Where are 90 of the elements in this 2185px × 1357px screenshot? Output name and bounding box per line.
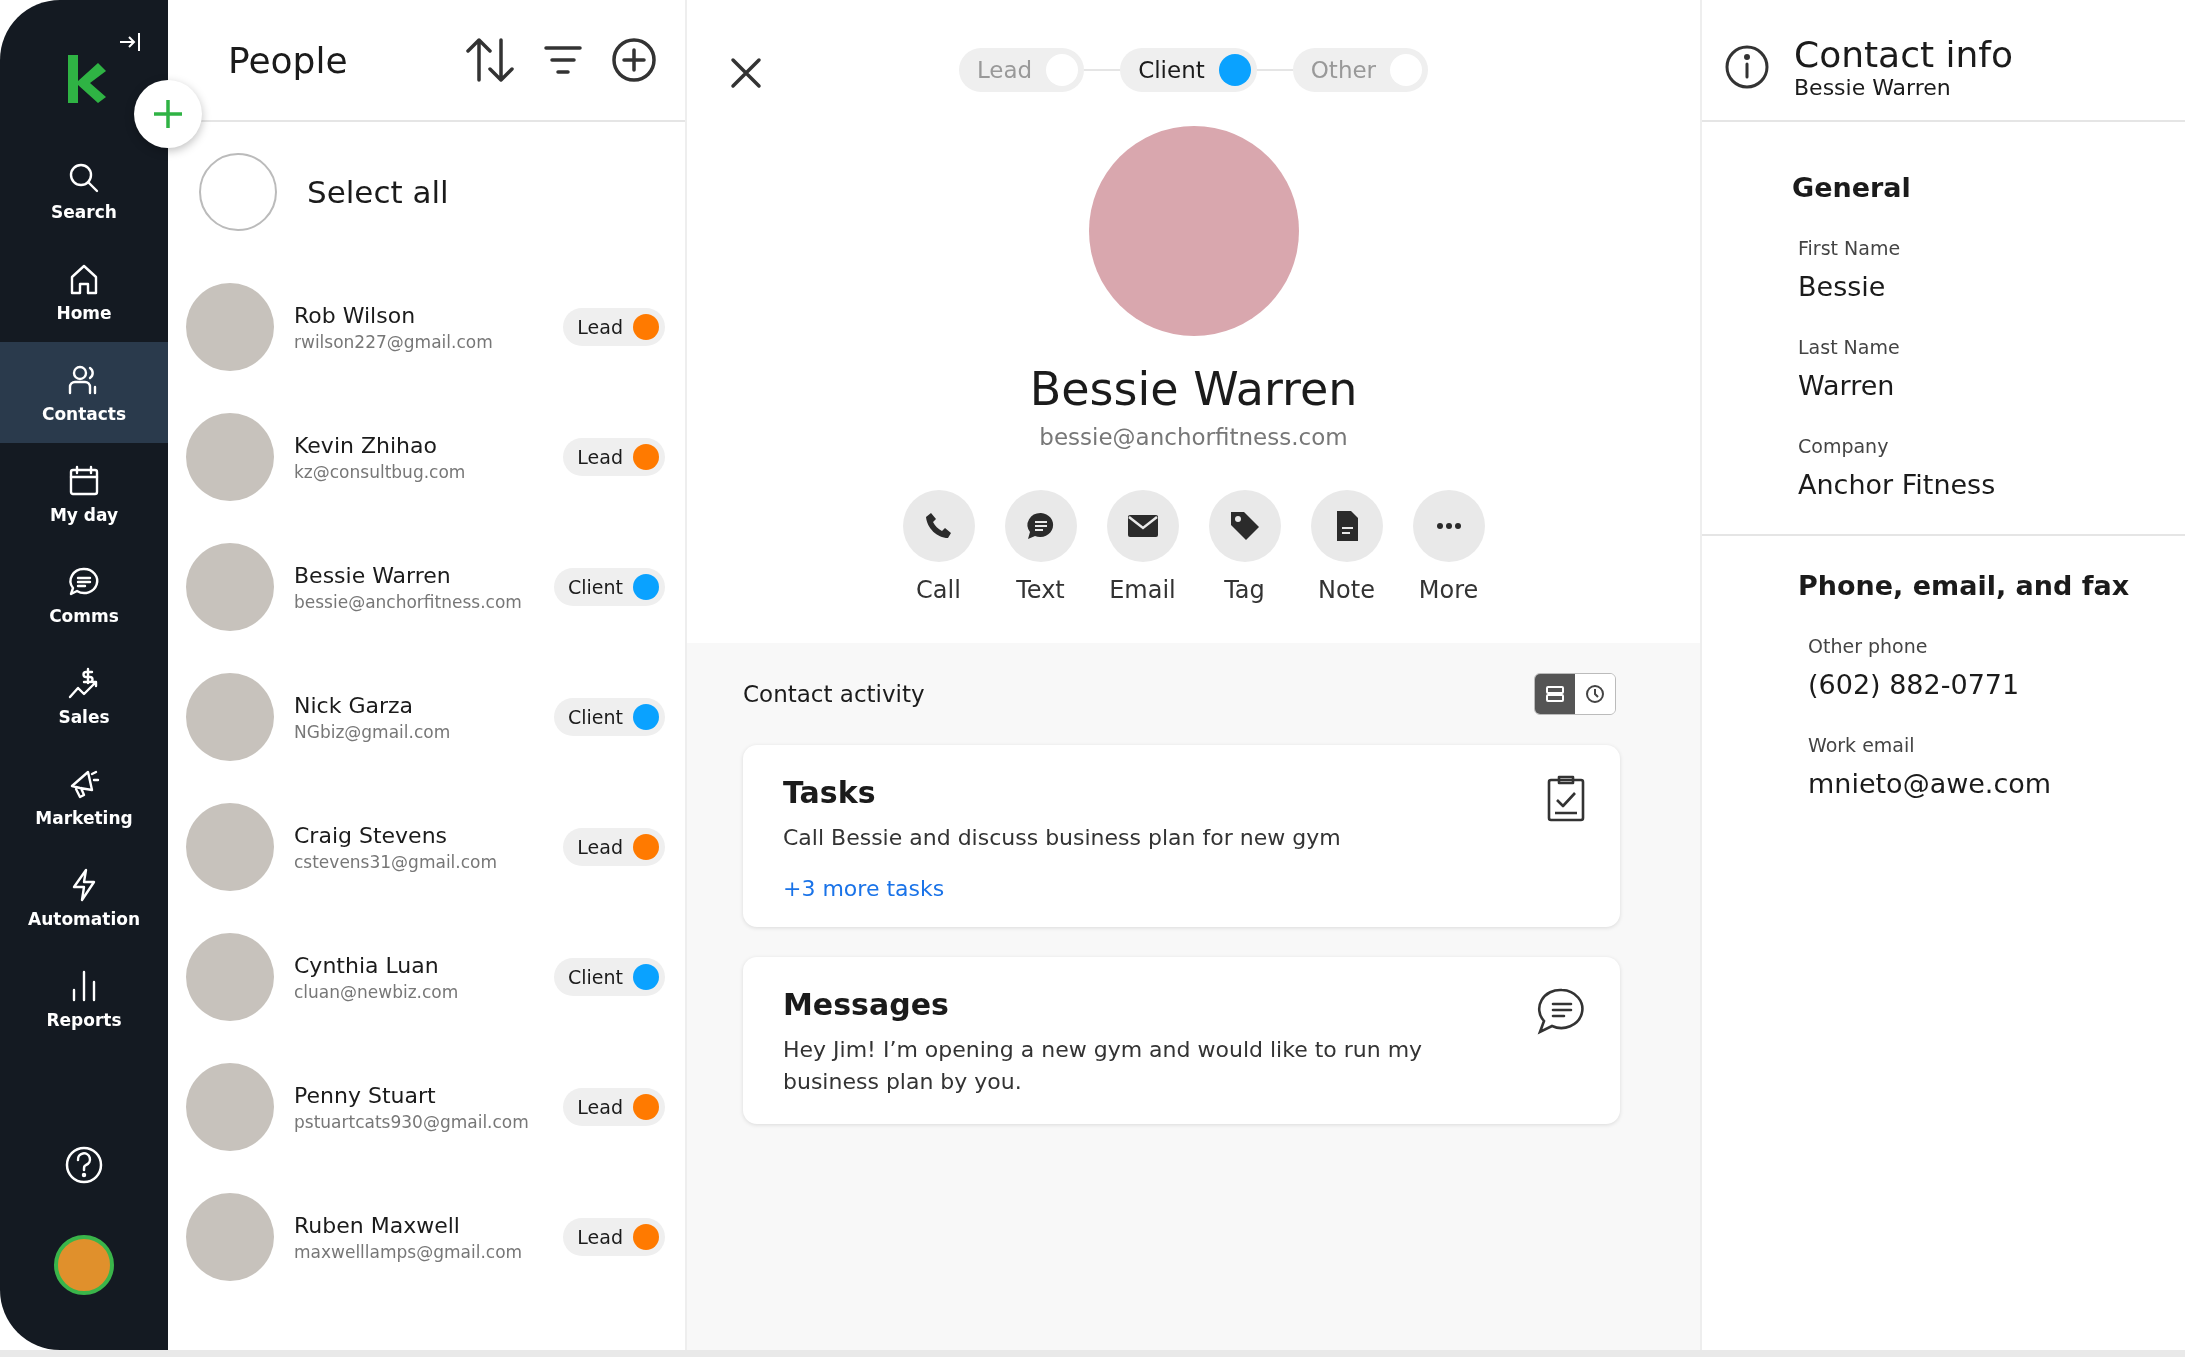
field-label: Other phone (1808, 635, 1929, 657)
contact-email: bessie@anchorfitness.com (1039, 424, 1348, 450)
contact-name: Nick Garza (294, 692, 414, 718)
field-label: Company (1798, 435, 1890, 457)
field-value: Warren (1798, 370, 1896, 401)
contact-email: bessie@anchorfitness.com (294, 591, 523, 612)
contact-email: rwilson227@gmail.com (294, 331, 494, 352)
help-icon[interactable] (64, 1145, 104, 1185)
action-label: More (1418, 576, 1479, 604)
contact-row[interactable]: Bessie Warren bessie@anchorfitness.com Client (168, 522, 685, 652)
field-value: Bessie (1798, 271, 1887, 302)
more-tasks-link[interactable]: +3 more tasks (783, 875, 1341, 901)
add-button[interactable] (134, 80, 202, 148)
nav-item[interactable]: Comms (0, 544, 168, 645)
action-label: Text (1016, 576, 1065, 604)
contact-row[interactable]: Cynthia Luan cluan@newbiz.com Client (168, 912, 685, 1042)
user-avatar[interactable] (54, 1235, 114, 1295)
section-title: Phone, email, and fax (1798, 570, 2131, 601)
contact-row[interactable]: Craig Stevens cstevens31@gmail.com Lead (168, 782, 685, 912)
contact-name: Penny Stuart (294, 1082, 437, 1108)
status-label: Lead (577, 1226, 623, 1248)
list-view-button[interactable] (1535, 674, 1575, 714)
nav-item[interactable]: Sales (0, 645, 168, 746)
status-label: Lead (577, 316, 623, 338)
close-icon[interactable] (729, 56, 763, 90)
plus-icon (151, 97, 185, 131)
card-title: Messages (783, 986, 950, 1022)
contact-email: cluan@newbiz.com (294, 981, 460, 1002)
nav-item[interactable]: Contacts (0, 342, 168, 443)
status-label: Lead (577, 1096, 623, 1118)
card-title: Tasks (783, 775, 877, 810)
list-icon (1544, 683, 1566, 705)
action-label: Email (1109, 576, 1176, 604)
contact-name: Rob Wilson (294, 302, 417, 328)
field-value: mnieto@awe.com (1808, 768, 2053, 799)
contact-row[interactable]: Kevin Zhihao kz@consultbug.com Lead (168, 392, 685, 522)
action-label: Tag (1224, 576, 1265, 604)
action-label: Call (916, 576, 961, 604)
nav-item[interactable]: Reports (0, 948, 168, 1049)
nav-item[interactable]: Home (0, 241, 168, 342)
contact-email: maxwelllamps@gmail.com (294, 1241, 524, 1262)
contact-row[interactable]: Rob Wilson rwilson227@gmail.com Lead (168, 262, 685, 392)
contact-email: cstevens31@gmail.com (294, 851, 499, 872)
section-title: General (1792, 172, 1912, 203)
contact-name: Kevin Zhihao (294, 432, 438, 458)
info-icon (1724, 44, 1770, 90)
field-label: First Name (1798, 237, 1902, 259)
sort-icon[interactable] (465, 36, 515, 84)
card-text: Hey Jim! I’m opening a new gym and would like to run my business plan by you. (783, 1035, 1424, 1096)
contact-name: Bessie Warren (1029, 362, 1358, 416)
status-label: Lead (577, 446, 623, 468)
nav-item[interactable]: Automation (0, 847, 168, 948)
select-all-checkbox[interactable] (199, 153, 277, 231)
field-value: Anchor Fitness (1798, 469, 1997, 500)
logo-icon (66, 55, 108, 103)
status-label: Client (568, 576, 623, 598)
timeline-view-button[interactable] (1575, 674, 1615, 714)
nav-item[interactable]: Search (0, 140, 168, 241)
status-label: Lead (577, 836, 623, 858)
contact-name: Bessie Warren (294, 562, 452, 588)
contact-email: NGbiz@gmail.com (294, 721, 452, 742)
clock-icon (1584, 683, 1606, 705)
nav-item[interactable]: Marketing (0, 746, 168, 847)
contact-name: Ruben Maxwell (294, 1212, 461, 1238)
collapse-icon[interactable] (118, 30, 142, 54)
nav-item[interactable]: My day (0, 443, 168, 544)
select-all-label: Select all (307, 174, 449, 210)
panel-title: Contact info (1794, 34, 2014, 75)
panel-title: People (228, 39, 348, 81)
contact-row[interactable]: Nick Garza NGbiz@gmail.com Client (168, 652, 685, 782)
contact-row[interactable]: Ruben Maxwell maxwelllamps@gmail.com Lead (168, 1172, 685, 1302)
contact-email: kz@consultbug.com (294, 461, 467, 482)
card-text: Call Bessie and discuss business plan for new gym (783, 824, 1341, 852)
contact-name: Craig Stevens (294, 822, 449, 848)
contact-name: Cynthia Luan (294, 952, 440, 978)
stage-toggle[interactable]: Client (1120, 48, 1257, 92)
status-label: Client (568, 706, 623, 728)
contact-email: pstuartcats930@gmail.com (294, 1111, 530, 1132)
section-title: Contact activity (743, 681, 925, 707)
action-label: Note (1318, 576, 1375, 604)
field-label: Work email (1808, 734, 1916, 756)
checklist-icon (1546, 775, 1586, 823)
field-value: (602) 882-0771 (1808, 669, 2021, 700)
status-label: Client (568, 966, 623, 988)
add-icon[interactable] (611, 37, 657, 83)
field-label: Last Name (1798, 336, 1901, 358)
filter-icon[interactable] (543, 43, 583, 77)
contact-row[interactable]: Penny Stuart pstuartcats930@gmail.com Lead (168, 1042, 685, 1172)
chat-icon (1536, 986, 1586, 1035)
panel-subtitle: Bessie Warren (1794, 75, 1952, 100)
